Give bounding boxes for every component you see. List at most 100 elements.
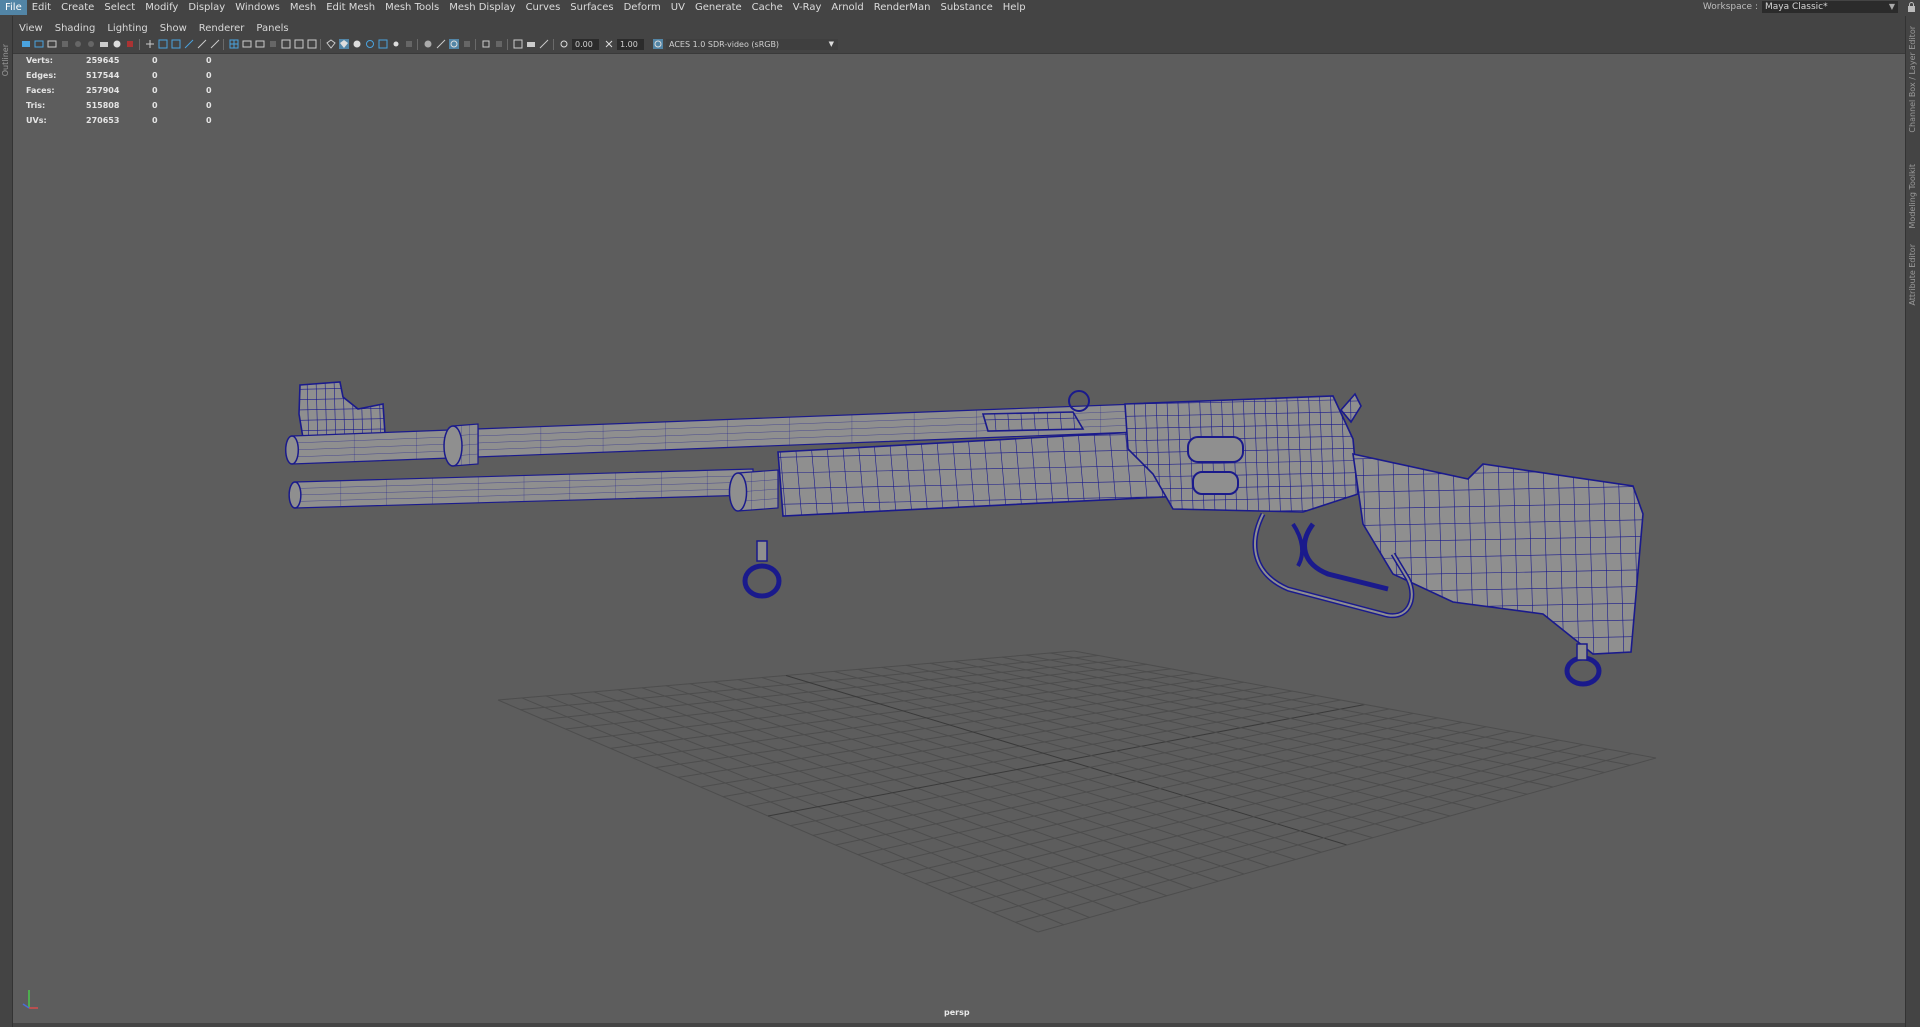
color-space-value: ACES 1.0 SDR-video (sRGB) bbox=[669, 40, 780, 49]
safe-action-icon[interactable] bbox=[294, 39, 304, 49]
panel-menu-view[interactable]: View bbox=[13, 23, 49, 34]
menu-uv[interactable]: UV bbox=[666, 0, 690, 15]
loading-gate[interactable] bbox=[1192, 471, 1239, 495]
lock-icon[interactable] bbox=[1907, 2, 1916, 12]
motion-blur-icon[interactable] bbox=[423, 39, 433, 49]
isolate-select-icon[interactable] bbox=[145, 39, 155, 49]
gate-mask-icon[interactable] bbox=[268, 39, 278, 49]
panel-menu-bar: View Shading Lighting Show Renderer Panels bbox=[13, 20, 1905, 36]
wireframe-on-shaded-icon[interactable] bbox=[184, 39, 194, 49]
magazine-tube[interactable] bbox=[288, 468, 754, 509]
textured-icon[interactable] bbox=[352, 39, 362, 49]
2d-pan-zoom-icon[interactable] bbox=[73, 39, 83, 49]
grid-icon[interactable] bbox=[112, 39, 122, 49]
main-menu-bar: File Edit Create Select Modify Display Windows… bbox=[0, 0, 1920, 15]
select-camera-icon[interactable] bbox=[21, 39, 31, 49]
exposure-field[interactable]: 0.00 bbox=[572, 39, 599, 50]
screen-space-reflections-icon[interactable] bbox=[462, 39, 472, 49]
menu-generate[interactable]: Generate bbox=[690, 0, 747, 15]
grease-pencil-icon[interactable] bbox=[86, 39, 96, 49]
menu-edit[interactable]: Edit bbox=[27, 0, 56, 15]
menu-windows[interactable]: Windows bbox=[230, 0, 285, 15]
front-sling-ring[interactable] bbox=[742, 563, 782, 599]
xray-icon[interactable] bbox=[158, 39, 168, 49]
panel-menu-show[interactable]: Show bbox=[154, 23, 193, 34]
menu-arnold[interactable]: Arnold bbox=[826, 0, 868, 15]
menu-edit-mesh[interactable]: Edit Mesh bbox=[321, 0, 380, 15]
isolate-view-icon[interactable] bbox=[481, 39, 491, 49]
fit-view-icon[interactable] bbox=[539, 39, 549, 49]
color-management-icon[interactable] bbox=[653, 39, 663, 49]
ambient-occlusion-icon[interactable] bbox=[404, 39, 414, 49]
xray-joints-icon[interactable] bbox=[171, 39, 181, 49]
gamma-icon[interactable] bbox=[604, 39, 614, 49]
menu-display[interactable]: Display bbox=[183, 0, 230, 15]
trigger[interactable] bbox=[1291, 522, 1305, 568]
3d-viewport[interactable]: Verts: 259645 0 0 Edges: 517544 0 0 Faces: 257904… bbox=[13, 54, 1905, 1023]
panel-menu-lighting[interactable]: Lighting bbox=[101, 23, 153, 34]
menu-mesh[interactable]: Mesh bbox=[285, 0, 321, 15]
bookmark-icon[interactable] bbox=[47, 39, 57, 49]
menu-substance[interactable]: Substance bbox=[935, 0, 997, 15]
xray-active-icon[interactable] bbox=[494, 39, 504, 49]
menu-mesh-display[interactable]: Mesh Display bbox=[444, 0, 520, 15]
front-sight-block[interactable] bbox=[298, 377, 390, 441]
snapshot-icon[interactable] bbox=[99, 39, 109, 49]
menu-renderman[interactable]: RenderMan bbox=[869, 0, 936, 15]
outliner-tab[interactable]: Outliner bbox=[1, 44, 10, 76]
wireframe-icon[interactable] bbox=[326, 39, 336, 49]
safe-title-icon[interactable] bbox=[307, 39, 317, 49]
right-panel-strip: Channel Box / Layer Editor Modeling Tool… bbox=[1905, 16, 1920, 1027]
depth-of-field-icon[interactable] bbox=[449, 39, 459, 49]
exposure-icon[interactable] bbox=[559, 39, 569, 49]
viewport-panel: View Shading Lighting Show Renderer Panels bbox=[13, 20, 1905, 1023]
field-chart-icon[interactable] bbox=[281, 39, 291, 49]
use-default-material-icon[interactable] bbox=[197, 39, 207, 49]
menu-deform[interactable]: Deform bbox=[619, 0, 666, 15]
menu-select[interactable]: Select bbox=[99, 0, 140, 15]
menu-cache[interactable]: Cache bbox=[747, 0, 788, 15]
front-sling-mount[interactable] bbox=[756, 540, 768, 562]
menu-mesh-tools[interactable]: Mesh Tools bbox=[380, 0, 444, 15]
menu-help[interactable]: Help bbox=[998, 0, 1031, 15]
light-icon[interactable] bbox=[391, 39, 401, 49]
menu-modify[interactable]: Modify bbox=[140, 0, 183, 15]
shadows-icon[interactable] bbox=[378, 39, 388, 49]
gamma-field[interactable]: 1.00 bbox=[617, 39, 644, 50]
film-gate-icon[interactable] bbox=[125, 39, 135, 49]
barrel-band-front[interactable] bbox=[443, 423, 479, 467]
rear-sling-ring[interactable] bbox=[1564, 655, 1602, 687]
panel-menu-renderer[interactable]: Renderer bbox=[193, 23, 251, 34]
workspace-label: Workspace : bbox=[1702, 2, 1758, 12]
multisample-aa-icon[interactable] bbox=[436, 39, 446, 49]
camera-bookmark-icon[interactable] bbox=[526, 39, 536, 49]
scene-canvas[interactable] bbox=[13, 54, 1905, 1023]
menu-curves[interactable]: Curves bbox=[521, 0, 566, 15]
hud-icon[interactable] bbox=[513, 39, 523, 49]
attribute-editor-tab[interactable]: Attribute Editor bbox=[1908, 244, 1917, 306]
menu-surfaces[interactable]: Surfaces bbox=[565, 0, 618, 15]
workspace-value: Maya Classic* bbox=[1765, 2, 1828, 12]
menu-create[interactable]: Create bbox=[56, 0, 99, 15]
chevron-down-icon: ▼ bbox=[1888, 2, 1895, 11]
modeling-toolkit-tab[interactable]: Modeling Toolkit bbox=[1908, 164, 1917, 228]
menu-file[interactable]: File bbox=[0, 0, 27, 15]
rear-sling-mount[interactable] bbox=[1576, 643, 1588, 661]
workspace-selector[interactable]: Workspace : Maya Classic* ▼ bbox=[1703, 1, 1898, 13]
ejection-port[interactable] bbox=[1187, 436, 1244, 463]
image-plane-icon[interactable] bbox=[60, 39, 70, 49]
pencil-icon[interactable] bbox=[210, 39, 220, 49]
camera-attributes-icon[interactable] bbox=[34, 39, 44, 49]
panel-menu-panels[interactable]: Panels bbox=[250, 23, 294, 34]
resolution-gate-icon[interactable] bbox=[255, 39, 265, 49]
menu-v-ray[interactable]: V-Ray bbox=[788, 0, 827, 15]
film-gate-toggle-icon[interactable] bbox=[242, 39, 252, 49]
smooth-shade-icon[interactable] bbox=[339, 39, 349, 49]
panel-menu-shading[interactable]: Shading bbox=[49, 23, 102, 34]
color-space-dropdown[interactable]: ACES 1.0 SDR-video (sRGB) ▼ bbox=[666, 39, 838, 50]
barrel-band-rear[interactable] bbox=[728, 469, 779, 512]
use-all-lights-icon[interactable] bbox=[365, 39, 375, 49]
workspace-dropdown[interactable]: Maya Classic* ▼ bbox=[1762, 1, 1898, 13]
channel-box-tab[interactable]: Channel Box / Layer Editor bbox=[1908, 26, 1917, 133]
grid-toggle-icon[interactable] bbox=[229, 39, 239, 49]
